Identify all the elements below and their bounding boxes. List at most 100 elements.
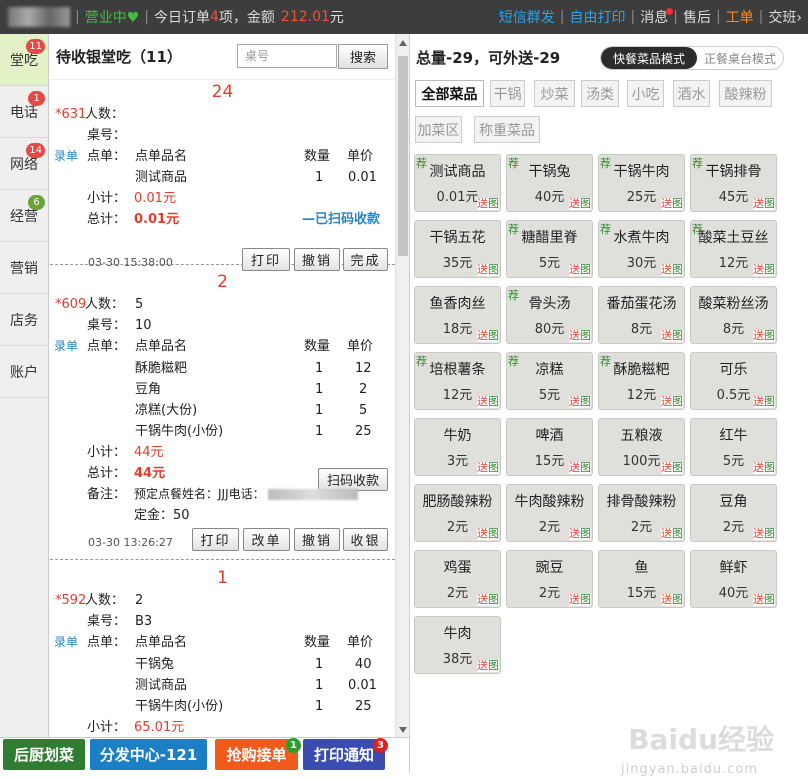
dish-name: 排骨酸辣粉 <box>606 494 677 510</box>
dish-card[interactable]: 鱼香肉丝 18元 送图 <box>414 286 501 344</box>
free-print-link[interactable]: 自由打印 <box>570 7 626 27</box>
dish-name: 水煮牛肉 <box>613 230 670 246</box>
dish-card[interactable]: 排骨酸辣粉 2元 送图 <box>598 484 685 542</box>
dish-card[interactable]: 牛肉 38元 送图 <box>414 616 501 674</box>
sidebar-item-marketing[interactable]: 营销 <box>0 242 48 294</box>
revoke-button[interactable]: 撤销 <box>294 528 340 551</box>
kitchen-dish-button[interactable]: 后厨划菜 <box>3 739 85 770</box>
dispatch-center-button[interactable]: 分发中心-121 <box>90 739 207 770</box>
dish-card[interactable]: 荐培根薯条 12元 送图 <box>414 352 501 410</box>
dish-card[interactable]: 荐干锅排骨 45元 送图 <box>690 154 777 212</box>
item-row: 酥脆糍粑 1 12 <box>135 361 372 376</box>
badge: 1 <box>286 738 301 753</box>
sidebar-item-account[interactable]: 账户 <box>0 346 48 398</box>
total-value: 0.01元 <box>134 212 180 227</box>
dish-card[interactable]: 肥肠酸辣粉 2元 送图 <box>414 484 501 542</box>
delivery-image-mark: 送图 <box>477 593 499 606</box>
today-amount: 212.01 <box>280 9 330 25</box>
orders-header: 待收银堂吃（11） 搜索 <box>50 34 395 80</box>
shift-handover-link[interactable]: 交班› <box>768 7 802 27</box>
sidebar-item-operations[interactable]: 经营 6 <box>0 190 48 242</box>
scroll-up-icon[interactable] <box>399 40 407 46</box>
sidebar-item-network[interactable]: 网络 14 <box>0 138 48 190</box>
search-button[interactable]: 搜索 <box>338 44 388 69</box>
dish-name: 番茄蛋花汤 <box>606 296 677 312</box>
order-id: *592 <box>55 593 87 608</box>
today-orders-count: 4 <box>210 9 219 25</box>
messages-link[interactable]: 消息 <box>640 7 674 27</box>
delivery-image-mark: 送图 <box>477 659 499 672</box>
checkout-button[interactable]: 收银 <box>343 528 388 551</box>
dish-card[interactable]: 豆角 2元 送图 <box>690 484 777 542</box>
dish-card[interactable]: 鸡蛋 2元 送图 <box>414 550 501 608</box>
delivery-image-mark: 送图 <box>753 197 775 210</box>
dish-card[interactable]: 牛奶 3元 送图 <box>414 418 501 476</box>
sidebar-item-phone[interactable]: 电话 1 <box>0 86 48 138</box>
heart-icon: ♥ <box>126 10 140 26</box>
delivery-image-mark: 送图 <box>753 461 775 474</box>
sms-broadcast-link[interactable]: 短信群发 <box>499 7 555 27</box>
revoke-button[interactable]: 撤销 <box>294 248 340 271</box>
enter-order-link[interactable]: 录单 <box>54 146 78 167</box>
scroll-down-icon[interactable] <box>399 727 407 733</box>
complete-button[interactable]: 完成 <box>343 248 388 271</box>
blurred-phone <box>268 489 359 500</box>
dish-name: 骨头汤 <box>528 296 571 312</box>
dish-card[interactable]: 可乐 0.5元 送图 <box>690 352 777 410</box>
dish-card[interactable]: 荐骨头汤 80元 送图 <box>506 286 593 344</box>
dish-card[interactable]: 荐水煮牛肉 30元 送图 <box>598 220 685 278</box>
dish-card[interactable]: 干锅五花 35元 送图 <box>414 220 501 278</box>
dish-card[interactable]: 鲜虾 40元 送图 <box>690 550 777 608</box>
delivery-image-mark: 送图 <box>661 263 683 276</box>
print-notice-button[interactable]: 打印通知 3 <box>303 738 388 770</box>
dish-card[interactable]: 鱼 15元 送图 <box>598 550 685 608</box>
item-row: 凉糕(大份) 1 5 <box>135 403 368 418</box>
dish-card[interactable]: 荐测试商品 0.01元 送图 <box>414 154 501 212</box>
table-number-input[interactable] <box>237 44 337 68</box>
sidebar-item-store[interactable]: 店务 <box>0 294 48 346</box>
dish-card[interactable]: 荐凉糕 5元 送图 <box>506 352 593 410</box>
grab-order-button[interactable]: 抢购接单 1 <box>215 738 301 770</box>
order-number: 2 <box>217 272 228 292</box>
enter-order-link[interactable]: 录单 <box>54 336 78 357</box>
dish-card[interactable]: 番茄蛋花汤 8元 送图 <box>598 286 685 344</box>
sidebar-item-dine-in[interactable]: 堂吃 11 <box>0 34 48 86</box>
dish-name: 酥脆糍粑 <box>613 362 670 378</box>
dish-card[interactable]: 红牛 5元 送图 <box>690 418 777 476</box>
work-order-link[interactable]: 工单 <box>726 7 754 27</box>
delivery-image-mark: 送图 <box>753 329 775 342</box>
dish-name: 凉糕 <box>535 362 564 378</box>
orders-scrollbar[interactable] <box>395 34 409 737</box>
orders-title: 待收银堂吃（11） <box>56 48 182 66</box>
dish-card[interactable]: 牛肉酸辣粉 2元 送图 <box>506 484 593 542</box>
modify-button[interactable]: 改单 <box>243 528 290 551</box>
dish-card[interactable]: 荐糖醋里脊 5元 送图 <box>506 220 593 278</box>
delivery-image-mark: 送图 <box>477 527 499 540</box>
after-sales-link[interactable]: 售后 <box>683 7 711 27</box>
order-id: *631 <box>55 107 87 122</box>
total-value: 44元 <box>134 466 166 481</box>
dish-card[interactable]: 五粮液 100元 送图 <box>598 418 685 476</box>
scroll-thumb[interactable] <box>398 56 408 256</box>
dish-card[interactable]: 荐酥脆糍粑 12元 送图 <box>598 352 685 410</box>
print-button[interactable]: 打印 <box>242 248 290 271</box>
badge: 3 <box>373 738 388 753</box>
dish-card[interactable]: 酸菜粉丝汤 8元 送图 <box>690 286 777 344</box>
business-status[interactable]: 营业中♥ <box>85 7 140 27</box>
dish-card[interactable]: 啤酒 15元 送图 <box>506 418 593 476</box>
dish-card[interactable]: 荐干锅牛肉 25元 送图 <box>598 154 685 212</box>
print-button[interactable]: 打印 <box>192 528 239 551</box>
dish-name: 牛奶 <box>443 428 472 444</box>
delivery-image-mark: 送图 <box>477 263 499 276</box>
subtotal-value: 44元 <box>134 445 164 460</box>
dish-card[interactable]: 荐干锅兔 40元 送图 <box>506 154 593 212</box>
enter-order-link[interactable]: 录单 <box>54 632 78 653</box>
dish-name: 干锅牛肉 <box>613 164 670 180</box>
dish-card[interactable]: 豌豆 2元 送图 <box>506 550 593 608</box>
button-label: 后厨划菜 <box>13 746 74 764</box>
dish-card[interactable]: 荐酸菜土豆丝 12元 送图 <box>690 220 777 278</box>
dish-name: 可乐 <box>719 362 748 378</box>
delivery-image-mark: 送图 <box>477 197 499 210</box>
order-card: 2 *609 人数： 5 桌号： 10 录单 点单： 点单品名 数量 单价 酥脆糍粑 1 12 豆… <box>50 270 395 560</box>
delivery-image-mark: 送图 <box>661 395 683 408</box>
